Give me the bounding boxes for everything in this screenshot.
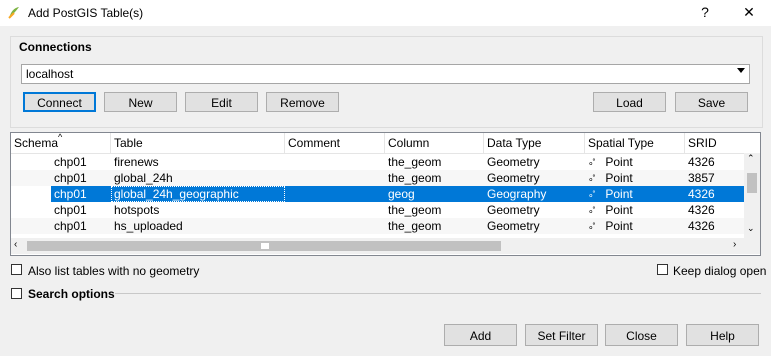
cell-comment: [285, 186, 385, 202]
cell-data-type: Geometry: [487, 155, 540, 169]
column-header-srid[interactable]: SRID: [685, 133, 744, 153]
cell-column: the_geom: [388, 219, 442, 233]
close-button[interactable]: Close: [605, 324, 678, 346]
connection-select[interactable]: localhost: [21, 64, 750, 84]
scroll-down-icon[interactable]: ⌄: [747, 223, 755, 234]
scroll-left-icon[interactable]: ‹: [14, 239, 17, 250]
table-row[interactable]: chp01 hs_uploaded the_geom Geometry ∘˚ P…: [11, 218, 744, 234]
table-row-selected[interactable]: chp01 global_24h_geographic geog Geograp…: [11, 186, 744, 202]
vertical-scroll-thumb[interactable]: [747, 173, 757, 193]
cell-data-type: Geometry: [487, 171, 540, 185]
set-filter-button[interactable]: Set Filter: [525, 324, 598, 346]
keep-dialog-open-checkbox[interactable]: [657, 264, 668, 275]
search-options-label: Search options: [28, 287, 115, 301]
no-geometry-checkbox[interactable]: [11, 264, 22, 275]
cell-table: hotspots: [114, 203, 160, 217]
column-header-spatial-type[interactable]: Spatial Type: [585, 133, 685, 153]
search-options-divider: [115, 293, 761, 294]
add-button[interactable]: Add: [444, 324, 517, 346]
point-geometry-icon: ∘˚: [588, 190, 596, 200]
save-button[interactable]: Save: [675, 92, 748, 112]
scroll-up-icon[interactable]: ⌃: [747, 153, 755, 164]
column-header-data-type[interactable]: Data Type: [484, 133, 585, 153]
cell-table: global_24h_geographic: [111, 186, 285, 202]
cell-schema: chp01: [54, 219, 87, 233]
cell-spatial-type: ∘˚ Point: [588, 219, 633, 233]
point-geometry-icon: ∘˚: [588, 206, 596, 216]
load-button[interactable]: Load: [593, 92, 666, 112]
table-row[interactable]: chp01 global_24h the_geom Geometry ∘˚ Po…: [11, 170, 744, 186]
cell-data-type: Geometry: [487, 219, 540, 233]
cell-table: firenews: [114, 155, 159, 169]
cell-table: hs_uploaded: [114, 219, 183, 233]
sort-asc-icon: ^: [58, 132, 63, 142]
remove-button[interactable]: Remove: [266, 92, 339, 112]
point-geometry-icon: ∘˚: [588, 222, 596, 232]
cell-spatial-type: ∘˚ Point: [588, 203, 633, 217]
cell-data-type: Geometry: [487, 203, 540, 217]
point-geometry-icon: ∘˚: [588, 174, 596, 184]
cell-srid: 4326: [688, 203, 715, 217]
connections-label: Connections: [19, 40, 92, 54]
table-header: Schema ^ Table Comment Column Data Type …: [11, 133, 744, 154]
window-title: Add PostGIS Table(s): [28, 6, 144, 20]
cell-comment: [285, 170, 385, 186]
cell-table: global_24h: [114, 171, 173, 185]
cell-comment: [285, 154, 385, 170]
cell-schema: chp01: [54, 155, 87, 169]
cell-comment: [285, 218, 385, 234]
edit-button[interactable]: Edit: [185, 92, 258, 112]
cell-column: the_geom: [388, 171, 442, 185]
table-row[interactable]: chp01 firenews the_geom Geometry ∘˚ Poin…: [11, 154, 744, 170]
new-button[interactable]: New: [104, 92, 177, 112]
cell-schema: chp01: [54, 203, 87, 217]
keep-dialog-open-label: Keep dialog open: [673, 264, 767, 278]
column-header-column[interactable]: Column: [385, 133, 484, 153]
point-geometry-icon: ∘˚: [588, 158, 596, 168]
scroll-corner: [744, 238, 760, 254]
cell-column: the_geom: [388, 203, 442, 217]
qgis-app-icon: [6, 5, 22, 21]
scroll-right-icon[interactable]: ›: [733, 239, 736, 250]
connect-button[interactable]: Connect: [23, 92, 96, 112]
cell-srid: 3857: [688, 171, 715, 185]
no-geometry-label: Also list tables with no geometry: [28, 264, 200, 278]
cell-srid: 4326: [688, 155, 715, 169]
cell-spatial-type: ∘˚ Point: [588, 171, 633, 185]
cell-data-type: Geography: [484, 186, 585, 202]
cell-schema: chp01: [54, 171, 87, 185]
chevron-down-icon: [737, 68, 745, 73]
cell-spatial-type: ∘˚ Point: [585, 186, 685, 202]
search-options-checkbox[interactable]: [11, 288, 22, 299]
help-icon[interactable]: ?: [695, 4, 715, 20]
vertical-scrollbar[interactable]: ⌃ ⌄: [744, 153, 760, 238]
cell-column: geog: [385, 186, 484, 202]
column-header-comment[interactable]: Comment: [285, 133, 385, 153]
help-button[interactable]: Help: [686, 324, 759, 346]
scroll-grip-icon: [261, 243, 269, 249]
tables-list[interactable]: Schema ^ Table Comment Column Data Type …: [10, 132, 761, 256]
column-header-table[interactable]: Table: [111, 133, 285, 153]
connection-selected-value: localhost: [26, 67, 74, 81]
cell-comment: [285, 202, 385, 218]
cell-spatial-type: ∘˚ Point: [588, 155, 633, 169]
cell-schema: chp01: [51, 186, 111, 202]
table-row[interactable]: chp01 hotspots the_geom Geometry ∘˚ Poin…: [11, 202, 744, 218]
horizontal-scrollbar[interactable]: ‹ ›: [11, 238, 744, 254]
cell-srid: 4326: [685, 186, 744, 202]
cell-srid: 4326: [688, 219, 715, 233]
cell-column: the_geom: [388, 155, 442, 169]
close-icon[interactable]: ✕: [739, 4, 759, 21]
